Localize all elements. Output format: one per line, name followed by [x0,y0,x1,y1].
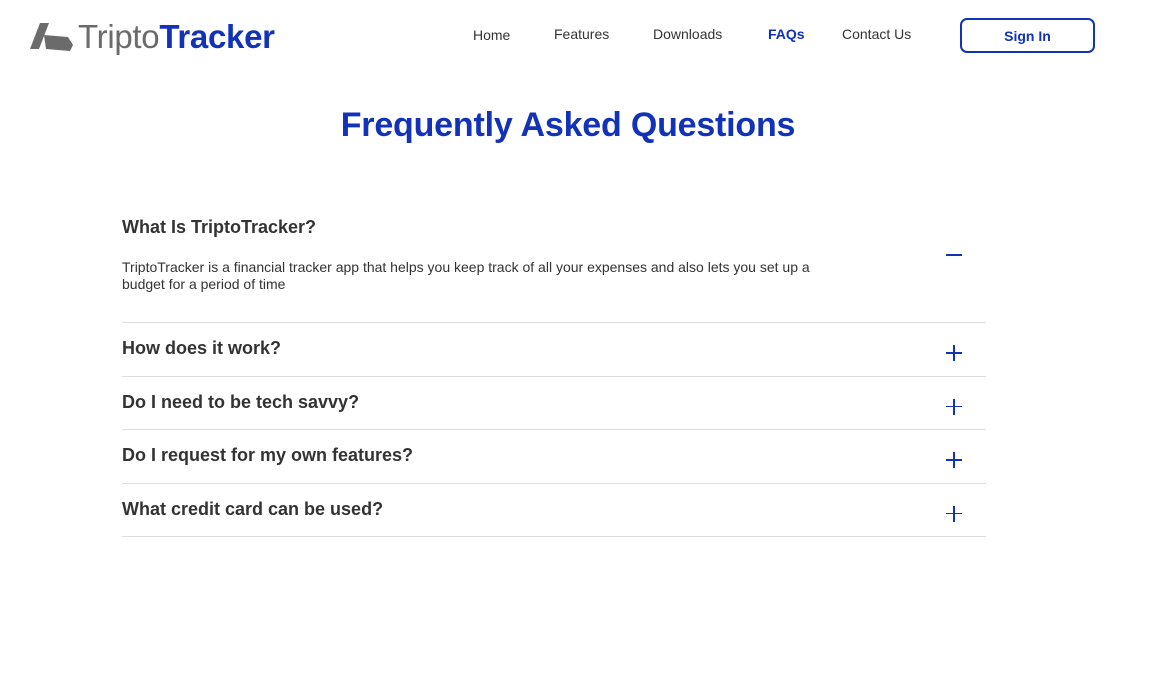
faq-item[interactable]: How does it work? [122,323,986,377]
faq-question[interactable]: Do I request for my own features? [122,445,413,466]
nav-link-contact-us[interactable]: Contact Us [842,26,911,42]
faq-question[interactable]: How does it work? [122,338,281,359]
minus-icon[interactable] [944,245,964,265]
faq-list: What Is TriptoTracker? TriptoTracker is … [122,204,986,537]
faq-question[interactable]: What credit card can be used? [122,499,383,520]
faq-item[interactable]: What credit card can be used? [122,484,986,537]
page-title: Frequently Asked Questions [340,106,796,144]
faq-item[interactable]: Do I need to be tech savvy? [122,377,986,430]
nav-link-faqs[interactable]: FAQs [768,26,805,42]
site-header: TriptoTracker Home Features Downloads FA… [0,0,1152,72]
faq-answer: TriptoTracker is a financial tracker app… [122,259,810,292]
faq-question[interactable]: Do I need to be tech savvy? [122,392,359,413]
plus-icon[interactable] [944,450,964,470]
faq-item[interactable]: Do I request for my own features? [122,430,986,484]
sign-in-button[interactable]: Sign In [960,18,1095,53]
plus-icon[interactable] [944,397,964,417]
faq-question[interactable]: What Is TriptoTracker? [122,217,316,238]
plus-icon[interactable] [944,504,964,524]
plus-icon[interactable] [944,343,964,363]
nav-link-features[interactable]: Features [554,26,609,42]
nav-link-home[interactable]: Home [473,27,510,43]
nav-link-downloads[interactable]: Downloads [653,26,722,42]
faq-item[interactable]: What Is TriptoTracker? TriptoTracker is … [122,204,986,323]
